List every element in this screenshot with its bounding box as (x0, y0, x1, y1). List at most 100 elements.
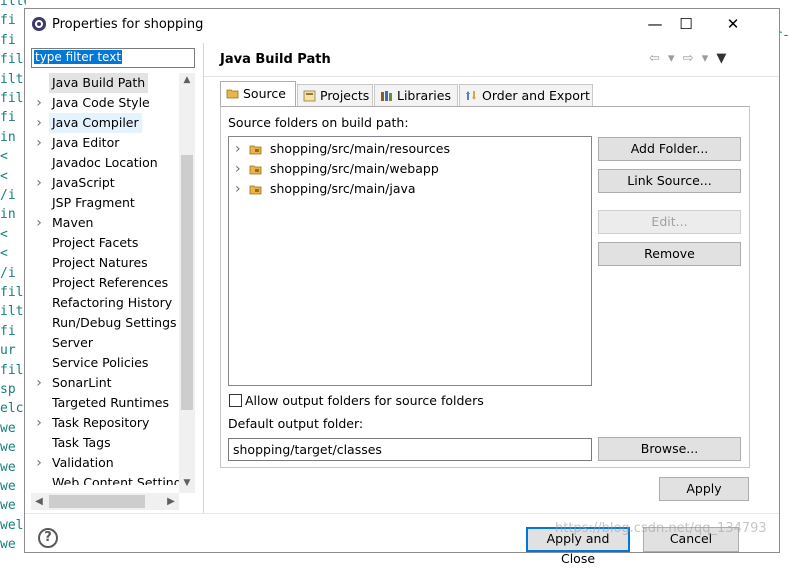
back-arrow-icon[interactable]: ⇦ ▾ (649, 51, 677, 66)
chevron-right-icon[interactable]: › (34, 113, 44, 133)
tree-item[interactable]: › Java Editor (31, 133, 181, 153)
background-code-line: we (0, 479, 16, 494)
tree-item[interactable]: Targeted Runtimes (31, 393, 181, 413)
background-code-line: /i (0, 265, 16, 281)
scroll-left-icon[interactable]: ◀ (31, 493, 47, 510)
link-source-button[interactable]: Link Source... (598, 169, 741, 193)
browse-button[interactable]: Browse... (598, 437, 741, 461)
chevron-right-icon[interactable]: › (235, 179, 245, 199)
tree-item[interactable]: › Validation (31, 453, 181, 473)
allow-output-folders-label[interactable]: Allow output folders for source folders (245, 393, 484, 408)
chevron-right-icon[interactable]: › (34, 453, 44, 473)
forward-arrow-icon[interactable]: ⇨ ▾ (683, 51, 711, 66)
tree-item[interactable]: Service Policies (31, 353, 181, 373)
tree-item[interactable]: Refactoring History (31, 293, 181, 313)
tree-item-label: Maven (52, 215, 94, 230)
tab-projects-label: Projects (320, 88, 370, 103)
tree-item-label: Javadoc Location (52, 155, 158, 170)
background-code-line: ilter> (0, 0, 26, 9)
footer-separator (25, 513, 779, 514)
source-folder-path: shopping/src/main/webapp (270, 161, 439, 176)
scroll-thumb[interactable] (181, 155, 193, 410)
tree-item-label: JavaScript (52, 175, 115, 190)
tree-item[interactable]: Web Content Settings (31, 473, 181, 485)
chevron-right-icon[interactable]: › (34, 213, 44, 233)
page-separator (204, 76, 779, 77)
background-code-line: fil (0, 362, 24, 378)
tree-item[interactable]: › Task Repository (31, 413, 181, 433)
chevron-right-icon[interactable]: › (34, 173, 44, 193)
source-folder-path: shopping/src/main/java (270, 181, 416, 196)
filter-input[interactable]: type filter text (31, 48, 195, 68)
tab-source[interactable]: Source (220, 81, 296, 107)
order-export-icon (466, 91, 476, 100)
chevron-right-icon[interactable]: › (235, 159, 245, 179)
tree-item-label: Server (52, 335, 93, 350)
scroll-thumb-horizontal[interactable] (49, 495, 145, 508)
background-code-line: fi (0, 110, 16, 126)
libraries-icon (381, 91, 392, 101)
background-code-line: we (0, 459, 16, 475)
chevron-right-icon[interactable]: › (34, 413, 44, 433)
background-code-line: we (0, 537, 16, 553)
source-folders-list[interactable]: › shopping/src/main/resources › shopping/sr… (228, 136, 592, 386)
tree-item[interactable]: › Java Compiler (31, 113, 181, 133)
tree-item[interactable]: Server (31, 333, 181, 353)
tab-order-and-export[interactable]: Order and Export (459, 84, 593, 106)
maximize-button[interactable]: ☐ (671, 13, 701, 35)
background-code-line: fil (0, 52, 24, 68)
background-code-line: in (0, 129, 16, 145)
chevron-right-icon[interactable]: › (235, 139, 245, 159)
tree-item[interactable]: Java Build Path (31, 73, 181, 93)
background-code-line: fi (0, 323, 16, 339)
tree-item[interactable]: › Maven (31, 213, 181, 233)
tree-item[interactable]: Javadoc Location (31, 153, 181, 173)
background-code-line: ilt (0, 304, 24, 320)
tree-item[interactable]: Task Tags (31, 433, 181, 453)
default-output-folder-field[interactable]: shopping/target/classes (228, 438, 592, 461)
tree-horizontal-scrollbar[interactable]: ◀ ▶ (31, 493, 179, 510)
add-folder-button[interactable]: Add Folder... (598, 137, 741, 161)
tree-item[interactable]: Run/Debug Settings (31, 313, 181, 333)
preference-tree[interactable]: Java Build Path › Java Code Style › Java Com… (31, 73, 181, 485)
tree-item[interactable]: Project Natures (31, 253, 181, 273)
page-navigation: ⇦ ▾ ⇨ ▾ ▼ (649, 51, 728, 66)
tab-projects[interactable]: Projects (297, 84, 373, 106)
chevron-right-icon[interactable]: › (34, 93, 44, 113)
scroll-down-icon[interactable]: ▼ (179, 478, 195, 488)
background-code-line: we (0, 440, 16, 456)
tree-item[interactable]: › JavaScript (31, 173, 181, 193)
tab-libraries[interactable]: Libraries (374, 84, 458, 106)
background-code-line: < (0, 246, 8, 262)
tree-vertical-scrollbar[interactable]: ▲ ▼ (179, 73, 195, 493)
tab-libraries-label: Libraries (397, 88, 451, 103)
tree-item-label: Task Tags (52, 435, 111, 450)
help-icon[interactable]: ? (38, 528, 58, 548)
scroll-up-icon[interactable]: ▲ (179, 75, 195, 85)
tree-item[interactable]: Project Facets (31, 233, 181, 253)
source-folder-item[interactable]: › shopping/src/main/resources (235, 139, 575, 159)
minimize-button[interactable]: — (640, 13, 670, 35)
tree-item[interactable]: JSP Fragment (31, 193, 181, 213)
allow-output-folders-checkbox[interactable] (229, 394, 242, 407)
chevron-right-icon[interactable]: › (34, 133, 44, 153)
tree-item-label: Service Policies (52, 355, 149, 370)
background-code-line: < (0, 168, 8, 184)
tree-item[interactable]: Project References (31, 273, 181, 293)
tree-item[interactable]: › Java Code Style (31, 93, 181, 113)
chevron-right-icon[interactable]: › (34, 373, 44, 393)
source-folder-item[interactable]: › shopping/src/main/webapp (235, 159, 575, 179)
tree-item[interactable]: › SonarLint (31, 373, 181, 393)
close-button[interactable]: ✕ (718, 13, 748, 35)
view-menu-icon[interactable]: ▼ (716, 51, 728, 66)
apply-button[interactable]: Apply (659, 477, 749, 501)
tree-item-label: Run/Debug Settings (52, 315, 177, 330)
source-folder-item[interactable]: › shopping/src/main/java (235, 179, 575, 199)
scroll-right-icon[interactable]: ▶ (163, 493, 179, 510)
remove-button[interactable]: Remove (598, 242, 741, 266)
title-bar[interactable]: Properties for shopping — ☐ ✕ (25, 9, 779, 40)
default-output-folder-label: Default output folder: (228, 416, 364, 431)
tree-item-label: Project References (52, 275, 169, 290)
edit-button[interactable]: Edit... (598, 210, 741, 234)
splitter[interactable] (203, 43, 204, 513)
